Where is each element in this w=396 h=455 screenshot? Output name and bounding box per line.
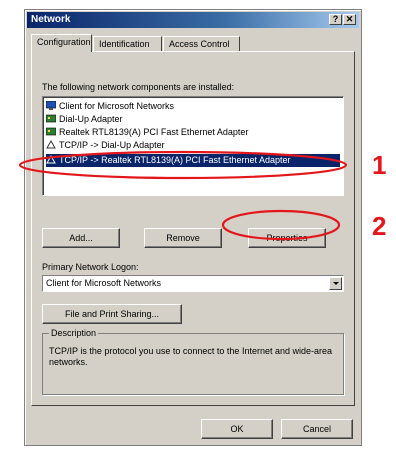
primary-logon-select[interactable]: Client for Microsoft Networks	[42, 275, 344, 292]
remove-button[interactable]: Remove	[144, 228, 222, 248]
configuration-panel: The following network components are ins…	[31, 51, 355, 406]
protocol-icon	[46, 140, 56, 149]
tab-configuration[interactable]: Configuration	[31, 34, 92, 52]
properties-button[interactable]: Properties	[248, 228, 326, 248]
ok-button[interactable]: OK	[201, 419, 273, 439]
list-item-label: Dial-Up Adapter	[59, 114, 123, 124]
adapter-icon	[45, 127, 57, 136]
list-item-label: TCP/IP -> Dial-Up Adapter	[59, 140, 165, 150]
components-label: The following network components are ins…	[42, 82, 235, 92]
list-item-label: Client for Microsoft Networks	[59, 101, 175, 111]
step-number-1: 1	[372, 150, 387, 180]
network-dialog: Network ? ✕ Configuration Identification…	[24, 9, 362, 446]
list-item[interactable]: Realtek RTL8139(A) PCI Fast Ethernet Ada…	[45, 126, 340, 139]
list-item-label: TCP/IP -> Realtek RTL8139(A) PCI Fast Et…	[59, 155, 291, 165]
add-button[interactable]: Add...	[42, 228, 120, 248]
title-bar[interactable]: Network ? ✕	[27, 12, 359, 28]
tab-identification[interactable]: Identification	[93, 36, 162, 51]
description-group: Description TCP/IP is the protocol you u…	[42, 328, 344, 395]
list-item-label: Realtek RTL8139(A) PCI Fast Ethernet Ada…	[59, 127, 249, 137]
chevron-down-icon[interactable]	[329, 277, 342, 290]
network-client-icon	[45, 100, 57, 111]
list-item[interactable]: Client for Microsoft Networks	[45, 100, 340, 113]
tab-access-control[interactable]: Access Control	[163, 36, 240, 51]
dialog-title: Network	[31, 14, 71, 25]
protocol-icon	[46, 155, 56, 164]
help-button[interactable]: ?	[329, 14, 342, 25]
step-number-2: 2	[372, 211, 387, 241]
list-item-selected[interactable]: TCP/IP -> Realtek RTL8139(A) PCI Fast Et…	[46, 154, 340, 167]
primary-logon-label: Primary Network Logon:	[42, 262, 139, 272]
file-print-sharing-button[interactable]: File and Print Sharing...	[42, 304, 182, 324]
close-button[interactable]: ✕	[343, 14, 356, 25]
primary-logon-value: Client for Microsoft Networks	[46, 278, 162, 288]
list-item[interactable]: TCP/IP -> Dial-Up Adapter	[46, 139, 340, 152]
list-item[interactable]: Dial-Up Adapter	[45, 113, 340, 126]
description-text: TCP/IP is the protocol you use to connec…	[49, 346, 332, 367]
adapter-icon	[45, 114, 57, 123]
description-title: Description	[49, 328, 99, 338]
components-list[interactable]: Client for Microsoft Networks Dial-Up Ad…	[42, 96, 344, 196]
cancel-button[interactable]: Cancel	[281, 419, 353, 439]
